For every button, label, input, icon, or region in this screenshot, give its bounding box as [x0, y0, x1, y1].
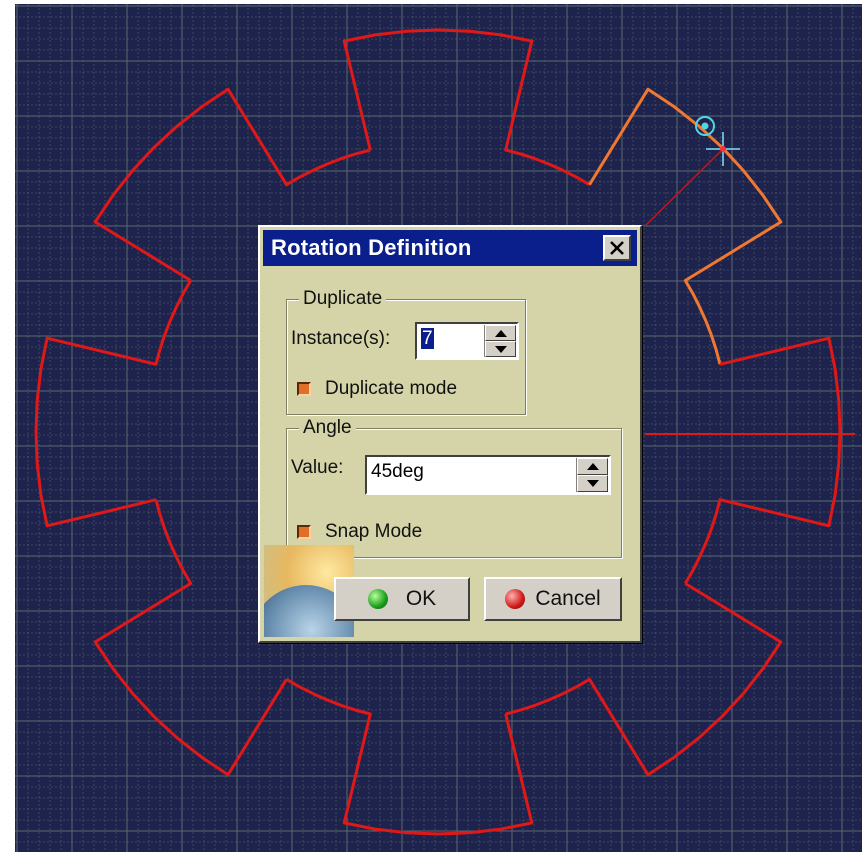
ok-button[interactable]: OK: [334, 577, 470, 621]
instances-field[interactable]: 7: [415, 322, 519, 360]
duplicate-mode-label: Duplicate mode: [325, 378, 458, 399]
snap-mode-checkbox[interactable]: [297, 525, 311, 539]
spin-up-button[interactable]: [485, 325, 516, 341]
instances-spinner[interactable]: [484, 325, 516, 357]
ok-label: OK: [405, 587, 437, 610]
snap-mode-label: Snap Mode: [325, 521, 423, 542]
spin-down-button[interactable]: [577, 475, 608, 492]
spin-down-button[interactable]: [485, 341, 516, 357]
spin-up-icon: [586, 463, 599, 470]
cancel-button[interactable]: Cancel: [484, 577, 622, 621]
angle-group: Angle Value: 45deg Snap Mode: [286, 417, 622, 558]
angle-value-field[interactable]: 45deg: [365, 455, 611, 495]
ok-icon: [367, 589, 388, 609]
spin-up-button[interactable]: [577, 458, 608, 475]
close-button[interactable]: [603, 235, 631, 261]
rotation-definition-dialog: Rotation Definition Duplicate Instance(s…: [258, 225, 642, 643]
spin-down-icon: [586, 480, 599, 487]
dialog-title: Rotation Definition: [271, 235, 472, 260]
duplicate-mode-checkbox[interactable]: [297, 382, 311, 396]
spin-up-icon: [494, 329, 507, 337]
cancel-label: Cancel: [535, 587, 601, 610]
angle-value-label: Value:: [291, 457, 344, 478]
duplicate-legend: Duplicate: [299, 288, 387, 310]
instances-label: Instance(s):: [291, 328, 391, 349]
spin-down-icon: [494, 345, 507, 353]
cancel-icon: [505, 589, 526, 609]
angle-spinner[interactable]: [576, 458, 608, 492]
angle-value: 45deg: [371, 461, 424, 482]
instances-value: 7: [421, 328, 434, 349]
close-icon: [610, 241, 624, 255]
duplicate-group: Duplicate Instance(s): 7 Duplicate mode: [286, 288, 526, 415]
angle-legend: Angle: [299, 417, 356, 439]
dialog-titlebar[interactable]: Rotation Definition: [263, 230, 637, 266]
